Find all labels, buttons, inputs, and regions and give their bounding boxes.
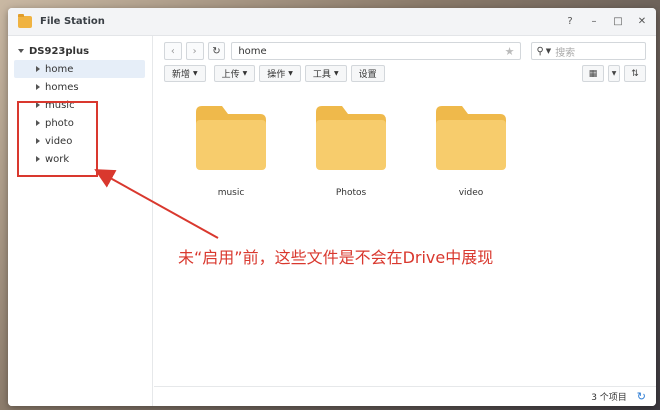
folder-item-music[interactable]: music [181,106,281,198]
title-bar: File Station ? – □ ✕ [8,8,656,36]
maximize-icon[interactable]: □ [612,16,624,27]
folder-icon [436,106,506,170]
sidebar-item-photo[interactable]: photo [14,114,145,132]
sidebar-item-label: homes [45,81,79,93]
sidebar-item-label: home [45,63,74,75]
sidebar-item-label: work [45,153,70,165]
forward-button[interactable]: › [185,42,204,60]
expand-arrow-icon[interactable] [18,49,24,53]
collapse-arrow-icon[interactable] [36,84,40,90]
create-label: 新增 [172,70,191,80]
folder-label: video [458,188,484,198]
file-station-window: File Station ? – □ ✕ DS923plus home home… [8,8,656,406]
tree-root-label: DS923plus [29,45,90,57]
window-controls: ? – □ ✕ [564,16,648,27]
sidebar-item-work[interactable]: work [14,150,145,168]
folder-item-video[interactable]: video [421,106,521,198]
action-button[interactable]: 操作 ▼ [259,65,301,82]
collapse-arrow-icon[interactable] [36,66,40,72]
folder-icon [196,106,266,170]
sidebar-item-label: music [45,99,75,111]
grid-view-icon[interactable]: ▦ [582,65,604,82]
chevron-down-icon[interactable]: ▼ [608,65,620,82]
tools-label: 工具 [312,70,331,80]
tools-button[interactable]: 工具 ▼ [304,65,347,82]
item-count: 3 个项目 [591,393,627,403]
view-controls: ▦ ▼ ⇅ [582,65,646,82]
chevron-down-icon: ▼ [333,70,339,77]
upload-button[interactable]: 上传 ▼ [213,65,256,82]
folder-label: music [217,188,245,198]
status-bar: 3 个项目 ↻ [154,386,656,406]
path-text: home [238,45,267,57]
chevron-down-icon: ▼ [193,70,198,77]
folder-item-photos[interactable]: Photos [301,106,401,198]
sort-icon[interactable]: ⇅ [624,65,646,82]
chevron-down-icon: ▼ [242,70,248,77]
settings-button[interactable]: 设置 [350,65,385,82]
file-list-pane: ‹ › ↻ home ★ ⚲ ▼ 搜索 新增 ▼ 上传 ▼ 操作 ▼ 工具 ▼ 设置 ▦… [154,36,656,406]
action-toolbar: 新增 ▼ 上传 ▼ 操作 ▼ 工具 ▼ 设置 ▦ ▼ ⇅ [154,60,656,82]
collapse-arrow-icon[interactable] [36,120,40,126]
close-icon[interactable]: ✕ [636,16,648,27]
sidebar-item-label: video [45,135,73,147]
help-icon[interactable]: ? [564,16,576,27]
folder-label: Photos [335,188,367,198]
sidebar-item-label: photo [45,117,74,129]
navigation-bar: ‹ › ↻ home ★ ⚲ ▼ 搜索 [154,36,656,60]
refresh-button[interactable]: ↻ [207,42,226,60]
chevron-down-icon: ▼ [288,70,293,77]
sidebar-item-music[interactable]: music [14,96,145,114]
collapse-arrow-icon[interactable] [36,138,40,144]
search-placeholder: 搜索 [555,47,576,59]
sidebar-item-homes[interactable]: homes [14,78,145,96]
action-label: 操作 [267,70,286,80]
tree-root-ds923plus[interactable]: DS923plus [8,42,152,60]
chevron-down-icon[interactable]: ▼ [546,47,551,55]
sidebar-item-home[interactable]: home [14,60,145,78]
refresh-icon[interactable]: ↻ [637,390,646,403]
annotation-text: 未“启用”前，这些文件是不会在Drive中展现 [178,248,494,267]
file-station-app-icon [18,13,32,28]
collapse-arrow-icon[interactable] [36,102,40,108]
collapse-arrow-icon[interactable] [36,156,40,162]
create-button[interactable]: 新增 ▼ [164,65,206,82]
search-icon[interactable]: ⚲ [536,46,543,57]
upload-label: 上传 [221,70,240,80]
minimize-icon[interactable]: – [588,16,600,27]
folder-tree-sidebar: DS923plus home homes music photo video w… [8,36,153,406]
search-input[interactable]: ⚲ ▼ 搜索 [531,42,646,60]
star-icon[interactable]: ★ [505,45,515,58]
folder-icon [316,106,386,170]
back-button[interactable]: ‹ [164,42,182,60]
path-bar[interactable]: home ★ [231,42,522,60]
window-title: File Station [40,16,105,27]
sidebar-item-video[interactable]: video [14,132,145,150]
